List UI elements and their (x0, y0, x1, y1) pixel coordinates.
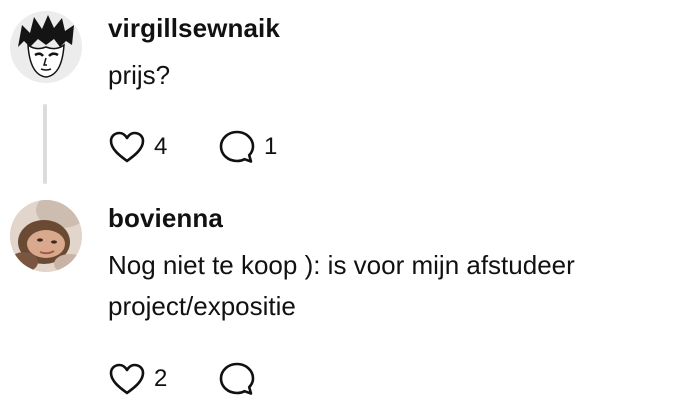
comment-item: bovienna Nog niet te koop ): is voor mij… (0, 190, 690, 404)
comment-item: virgillsewnaik prijs? 4 1 (0, 0, 690, 190)
comment-text: Nog niet te koop ): is voor mijn afstude… (108, 250, 575, 321)
like-count: 2 (154, 365, 168, 392)
reply-button[interactable] (218, 361, 264, 397)
comment-bubble-icon (219, 362, 255, 395)
cartoon-face-avatar-icon (10, 11, 82, 83)
user-avatar[interactable] (10, 200, 82, 272)
like-button[interactable]: 4 (108, 130, 167, 164)
reply-count: 1 (264, 133, 278, 160)
like-button[interactable]: 2 (108, 362, 167, 396)
comment-bubble-icon (219, 130, 255, 163)
heart-icon (109, 131, 145, 163)
like-count: 4 (154, 133, 168, 160)
photo-avatar-icon (10, 200, 82, 272)
comment-text: prijs? (108, 60, 171, 90)
thread-line (43, 104, 47, 184)
comment-username[interactable]: bovienna (108, 203, 223, 234)
comment-username[interactable]: virgillsewnaik (108, 13, 280, 44)
heart-icon (109, 363, 145, 395)
reply-button[interactable]: 1 (218, 129, 277, 165)
user-avatar[interactable] (10, 11, 82, 83)
